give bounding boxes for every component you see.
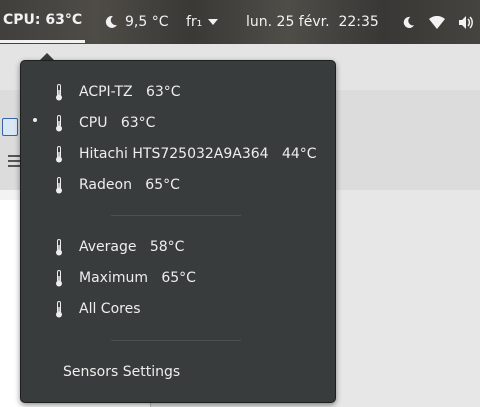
sensor-label: Hitachi HTS725032A9A364 44°C — [79, 146, 317, 162]
summary-label: Average 58°C — [79, 239, 185, 255]
thermometer-icon — [55, 239, 63, 260]
weather-indicator[interactable]: 9,5 °C — [104, 0, 169, 44]
cpu-temperature-indicator[interactable]: CPU: 63°C — [0, 0, 86, 43]
document-icon[interactable] — [2, 118, 18, 136]
sensors-menu: ACPI-TZ 63°C CPU 63°C Hitachi HTS725032A… — [20, 60, 336, 403]
summary-label: All Cores — [79, 301, 141, 317]
moon-icon — [104, 15, 118, 29]
language-selector[interactable]: fr₁ — [186, 0, 219, 44]
thermometer-icon — [55, 84, 63, 105]
sensor-item-acpi-tz[interactable]: ACPI-TZ 63°C — [21, 77, 335, 107]
menu-separator — [111, 340, 241, 341]
summary-item-all-cores[interactable]: All Cores — [21, 294, 335, 324]
thermometer-icon — [55, 146, 63, 167]
language-label: fr₁ — [186, 14, 203, 30]
sensor-item-hitachi[interactable]: Hitachi HTS725032A9A364 44°C — [21, 139, 335, 169]
summary-item-average[interactable]: Average 58°C — [21, 232, 335, 262]
weather-temperature: 9,5 °C — [125, 14, 169, 30]
system-menu[interactable] — [402, 0, 475, 44]
summary-item-maximum[interactable]: Maximum 65°C — [21, 263, 335, 293]
thermometer-icon — [55, 301, 63, 322]
sensors-settings-label: Sensors Settings — [63, 364, 181, 380]
top-bar: CPU: 63°C 9,5 °C fr₁ lun. 25 févr. 22:35 — [0, 0, 480, 44]
sensor-label: Radeon 65°C — [79, 177, 180, 193]
volume-icon — [459, 15, 475, 29]
menu-separator — [111, 215, 241, 216]
sensor-label: ACPI-TZ 63°C — [79, 84, 181, 100]
selected-indicator — [33, 118, 37, 122]
sensor-item-radeon[interactable]: Radeon 65°C — [21, 170, 335, 200]
summary-label: Maximum 65°C — [79, 270, 196, 286]
date-time: lun. 25 févr. 22:35 — [246, 14, 379, 30]
sensor-label: CPU 63°C — [79, 115, 156, 131]
chevron-down-icon — [208, 19, 219, 25]
thermometer-icon — [55, 270, 63, 291]
thermometer-icon — [55, 177, 63, 198]
cpu-temperature-label: CPU: 63°C — [3, 12, 83, 28]
clock[interactable]: lun. 25 févr. 22:35 — [246, 0, 379, 44]
thermometer-icon — [55, 115, 63, 136]
wifi-icon — [429, 15, 445, 29]
sensor-item-cpu[interactable]: CPU 63°C — [21, 108, 335, 138]
sensors-settings-item[interactable]: Sensors Settings — [63, 357, 313, 387]
night-light-icon — [402, 16, 415, 29]
